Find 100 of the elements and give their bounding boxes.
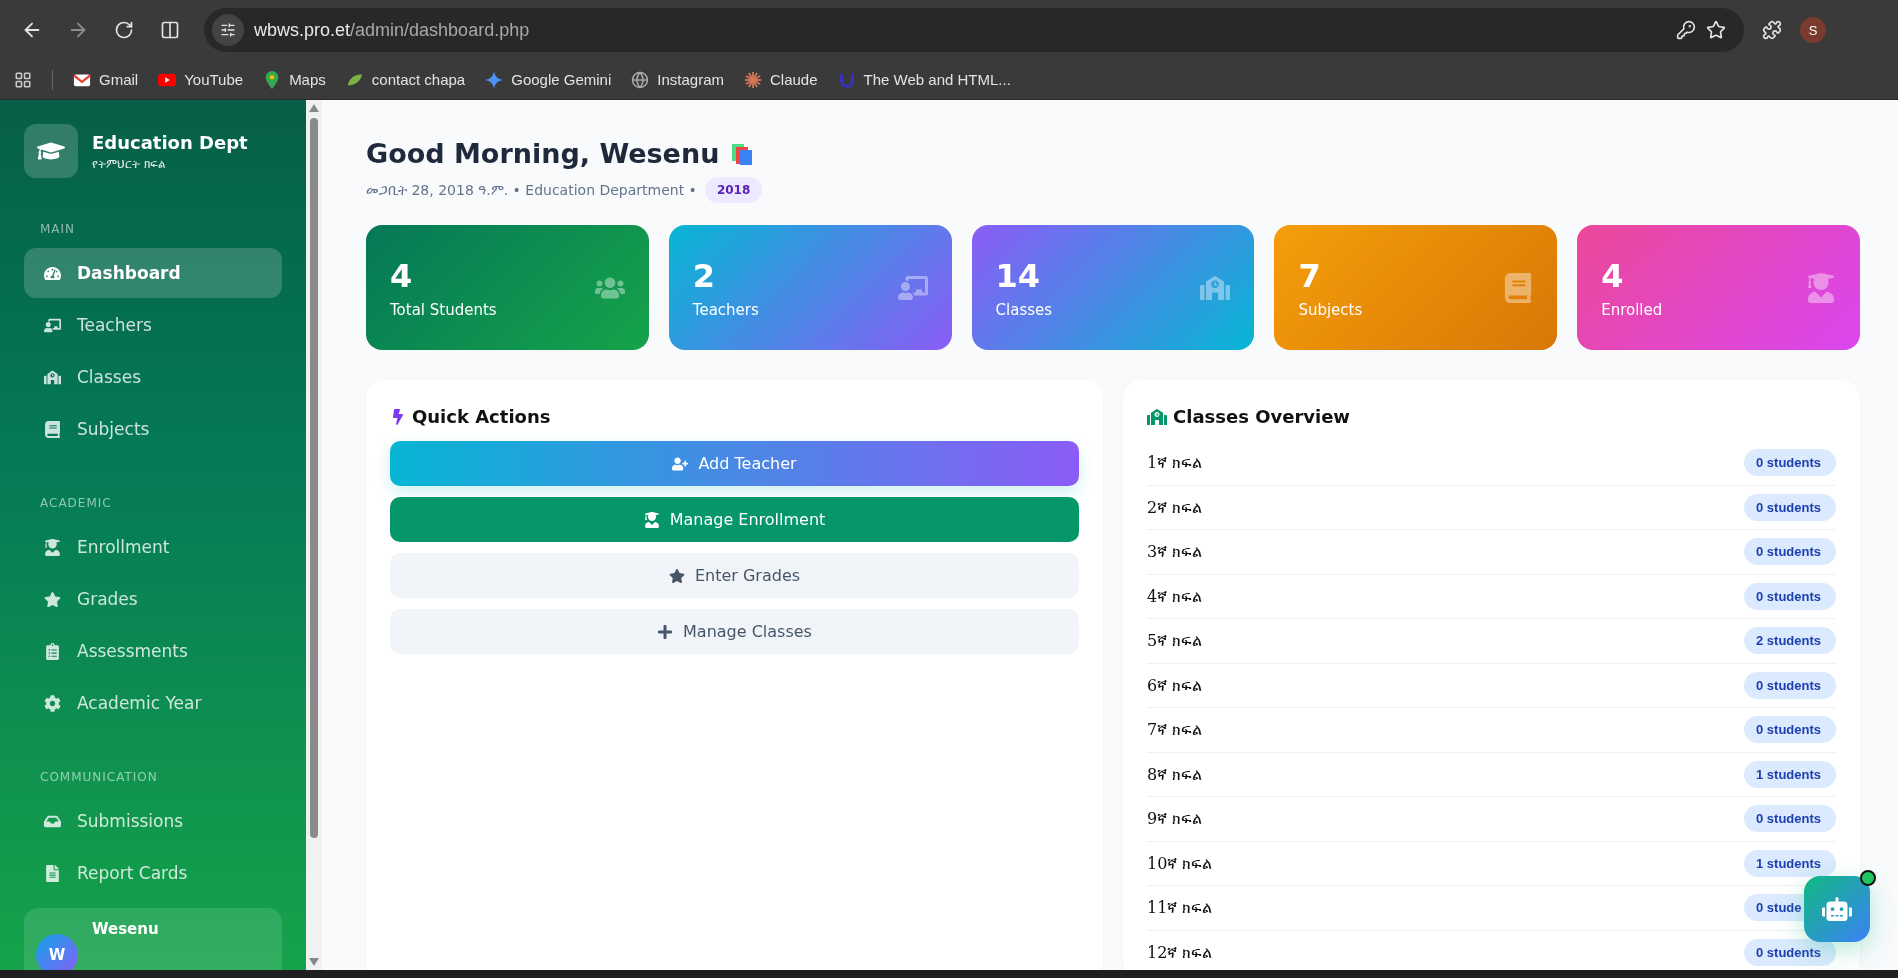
scroll-down-icon[interactable]	[309, 958, 319, 966]
brand-subtitle: የትምህርት ክፍል	[92, 156, 167, 171]
student-count: 2 students	[1744, 627, 1836, 655]
year-badge: 2018	[704, 177, 763, 203]
bookmark[interactable]: The Web and HTML...	[837, 70, 1011, 89]
plus-icon	[657, 623, 674, 640]
starburst-icon	[744, 70, 762, 89]
site-info-button[interactable]	[212, 14, 244, 46]
class-name: 7ኛ ክፍል	[1147, 720, 1203, 740]
bolt-icon	[390, 408, 406, 425]
apps-icon[interactable]	[14, 70, 32, 89]
nav-item[interactable]: Subjects	[24, 404, 282, 454]
section-label: MAIN	[40, 222, 77, 236]
student-count: 0 students	[1744, 582, 1836, 610]
star-icon	[668, 567, 685, 584]
scrollbar[interactable]	[306, 100, 322, 970]
student-count: 0 students	[1744, 805, 1836, 833]
book-icon	[44, 420, 61, 438]
assistant-button[interactable]	[1804, 876, 1870, 942]
user-avatar: W	[36, 934, 78, 970]
nav-item[interactable]: Teachers	[24, 300, 282, 350]
class-name: 1ኛ ክፍል	[1147, 453, 1203, 473]
bookmark[interactable]: Maps	[263, 70, 326, 89]
school-icon	[44, 368, 61, 386]
bookmark[interactable]: Instagram	[631, 70, 724, 89]
bookmark-star-icon[interactable]	[1706, 20, 1726, 40]
date-line: መጋቢት 28, 2018 ዓ.ም. • Education Department •	[366, 181, 697, 199]
stat-value: 14	[995, 256, 1042, 295]
enrolled-icon	[1806, 272, 1836, 303]
stat-label: Classes	[995, 300, 1053, 319]
stat-label: Teachers	[692, 300, 759, 319]
address-bar[interactable]: wbws.pro.et/admin/dashboard.php	[204, 8, 1744, 52]
nav-item[interactable]: Academic Year	[24, 678, 282, 728]
stat-label: Enrolled	[1601, 300, 1663, 319]
clipboard-icon	[44, 642, 61, 660]
bookmark[interactable]: Claude	[744, 70, 818, 89]
class-name: 4ኛ ክፍል	[1147, 586, 1203, 606]
nav-item[interactable]: Report Cards	[24, 848, 282, 898]
student-count: 1 students	[1744, 849, 1836, 877]
nav-item[interactable]: Enrollment	[24, 522, 282, 572]
puzzle-icon	[1762, 20, 1782, 40]
class-name: 3ኛ ክፍል	[1147, 542, 1203, 562]
bookmark[interactable]: Gmail	[73, 70, 139, 89]
action-button[interactable]: Enter Grades	[390, 553, 1079, 598]
bookmark[interactable]: YouTube	[158, 70, 244, 89]
student-count: 0 students	[1744, 938, 1836, 966]
gauge-icon	[44, 264, 61, 282]
stat-label: Total Students	[390, 300, 497, 319]
action-button[interactable]: Manage Classes	[390, 609, 1079, 654]
action-button[interactable]: Add Teacher	[390, 441, 1079, 486]
teacher-board-icon	[44, 316, 61, 334]
student-count: 0 students	[1744, 671, 1836, 699]
section-label: COMMUNICATION	[40, 770, 159, 784]
nav-item[interactable]: Assessments	[24, 626, 282, 676]
nav-item[interactable]: Classes	[24, 352, 282, 402]
bookmark[interactable]: Google Gemini	[485, 70, 612, 89]
stat-value: 2	[692, 256, 717, 295]
class-name: 10ኛ ክፍል	[1147, 853, 1213, 873]
student-count: 0 students	[1744, 538, 1836, 566]
user-card[interactable]: W Wesenu	[24, 908, 282, 970]
school-icon	[1147, 406, 1167, 427]
class-name: 9ኛ ክፍል	[1147, 809, 1203, 829]
nav-item[interactable]: Grades	[24, 574, 282, 624]
student-count: 0 students	[1744, 449, 1836, 477]
class-name: 8ኛ ክፍል	[1147, 764, 1203, 784]
student-count: 0 students	[1744, 493, 1836, 521]
brand-title: Education Dept	[92, 131, 248, 153]
class-name: 11ኛ ክፍል	[1147, 898, 1213, 918]
student-count: 0 students	[1744, 716, 1836, 744]
split-view-icon	[160, 20, 180, 40]
stat-value: 4	[1601, 256, 1625, 295]
graduation-cap-icon	[24, 124, 78, 178]
sparkle-icon	[485, 70, 504, 89]
action-button[interactable]: Manage Enrollment	[390, 497, 1079, 542]
user-name: Wesenu	[92, 920, 159, 938]
settings-icon	[44, 694, 61, 712]
class-name: 6ኛ ክፍል	[1147, 675, 1203, 695]
class-name: 5ኛ ክፍል	[1147, 631, 1203, 651]
star-icon	[44, 590, 61, 608]
user-plus-icon	[672, 455, 689, 472]
student-count: 1 students	[1744, 760, 1836, 788]
nav-item[interactable]: Dashboard	[24, 248, 282, 298]
nav-item[interactable]: Submissions	[24, 796, 282, 846]
section-label: ACADEMIC	[40, 496, 113, 510]
profile-avatar[interactable]: S	[1800, 17, 1826, 43]
bookmark[interactable]: contact chapa	[345, 70, 466, 89]
globe-icon	[631, 70, 650, 89]
graduate-icon	[44, 538, 61, 556]
graduate-icon	[643, 511, 660, 528]
panel-title: Quick Actions	[412, 406, 551, 427]
sliders-icon	[220, 22, 236, 38]
password-key-icon[interactable]	[1676, 20, 1696, 40]
subjects-icon	[1503, 272, 1534, 303]
document-icon	[44, 864, 61, 882]
class-name: 2ኛ ክፍል	[1147, 497, 1203, 517]
stat-label: Subjects	[1298, 300, 1363, 319]
stat-value: 7	[1298, 256, 1322, 295]
class-name: 12ኛ ክፍል	[1147, 942, 1213, 962]
scroll-up-icon[interactable]	[309, 104, 319, 112]
reload-icon	[114, 20, 134, 40]
